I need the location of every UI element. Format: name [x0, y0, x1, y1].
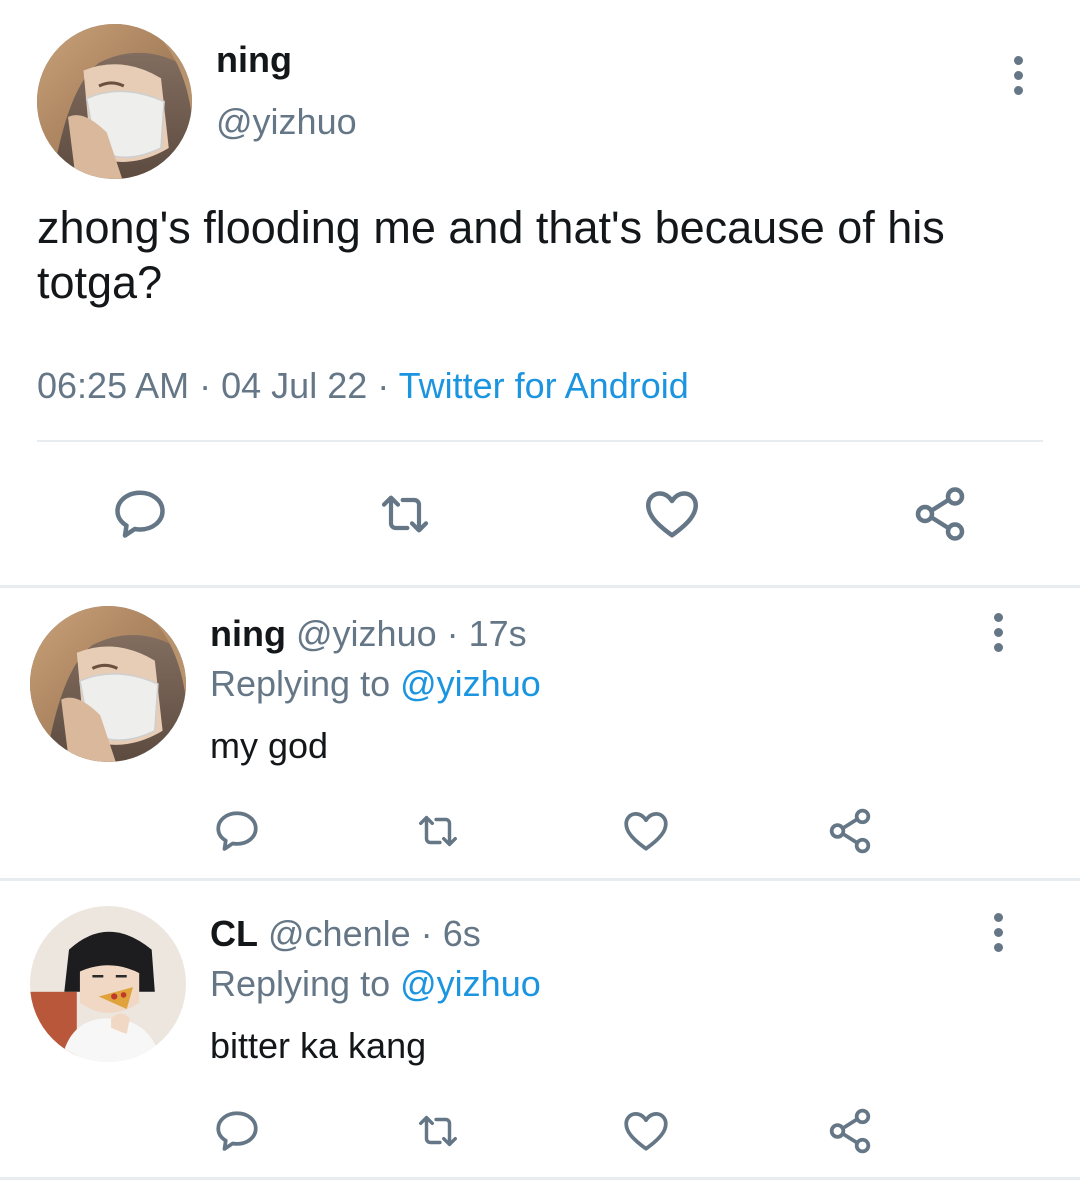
meta-separator: ·: [446, 613, 459, 654]
like-button[interactable]: [620, 1106, 672, 1156]
meta-separator: ·: [199, 365, 212, 406]
avatar[interactable]: [30, 606, 186, 762]
author-handle[interactable]: @yizhuo: [216, 98, 357, 146]
reply-header: ning @yizhuo · 17s: [210, 610, 527, 658]
divider: [0, 878, 1080, 881]
meta-separator: ·: [420, 913, 433, 954]
retweet-button[interactable]: [410, 808, 466, 854]
reply-header: CL @chenle · 6s: [210, 910, 481, 958]
retweet-button[interactable]: [372, 486, 438, 542]
share-button[interactable]: [824, 1106, 876, 1156]
reply-icon: [216, 811, 258, 851]
tweet-time: 6s: [442, 913, 481, 954]
replying-to: Replying to @yizhuo: [210, 960, 541, 1008]
replying-to: Replying to @yizhuo: [210, 660, 541, 708]
avatar[interactable]: [30, 906, 186, 1062]
tweet-date: 04 Jul 22: [221, 365, 368, 406]
masked-woman-avatar-image: [30, 606, 186, 762]
replying-label: Replying to: [210, 963, 391, 1004]
share-icon: [829, 1108, 871, 1154]
like-button[interactable]: [640, 484, 704, 544]
retweet-icon: [381, 495, 429, 533]
divider: [0, 585, 1080, 588]
retweet-button[interactable]: [410, 1108, 466, 1154]
author-name[interactable]: ning: [216, 36, 292, 84]
author-name[interactable]: ning: [210, 613, 286, 654]
replying-to-link[interactable]: @yizhuo: [400, 963, 541, 1004]
boy-eating-pizza-avatar-image: [30, 906, 186, 1062]
avatar[interactable]: [37, 24, 192, 179]
share-icon: [915, 487, 965, 541]
author-handle[interactable]: @chenle: [268, 913, 411, 954]
masked-woman-avatar-image: [37, 24, 192, 179]
like-icon: [646, 491, 698, 538]
reply-icon: [115, 490, 165, 538]
tweet-source-link[interactable]: Twitter for Android: [399, 365, 689, 406]
tweet-time: 17s: [468, 613, 527, 654]
share-button[interactable]: [824, 806, 876, 856]
share-button[interactable]: [908, 484, 972, 544]
divider: [0, 1177, 1080, 1180]
author-name[interactable]: CL: [210, 913, 258, 954]
reply-button[interactable]: [212, 806, 262, 856]
tweet-time: 06:25 AM: [37, 365, 190, 406]
author-handle[interactable]: @yizhuo: [296, 613, 437, 654]
more-options-icon[interactable]: [978, 602, 1018, 662]
meta-separator: ·: [377, 365, 390, 406]
replying-to-link[interactable]: @yizhuo: [400, 663, 541, 704]
share-icon: [829, 808, 871, 854]
reply-button[interactable]: [110, 484, 170, 544]
reply-icon: [216, 1111, 258, 1151]
more-options-icon[interactable]: [998, 45, 1038, 105]
replying-label: Replying to: [210, 663, 391, 704]
tweet-text: bitter ka kang: [210, 1025, 427, 1066]
divider: [37, 440, 1043, 442]
like-button[interactable]: [620, 806, 672, 856]
tweet-text: my god: [210, 725, 329, 766]
like-icon: [624, 1112, 668, 1151]
reply-button[interactable]: [212, 1106, 262, 1156]
retweet-icon: [419, 1115, 457, 1147]
more-options-icon[interactable]: [978, 902, 1018, 962]
tweet-metadata: 06:25 AM · 04 Jul 22 · Twitter for Andro…: [37, 362, 689, 410]
like-icon: [624, 812, 668, 851]
tweet-text: zhong's flooding me and that's because o…: [37, 202, 945, 308]
retweet-icon: [419, 815, 457, 847]
